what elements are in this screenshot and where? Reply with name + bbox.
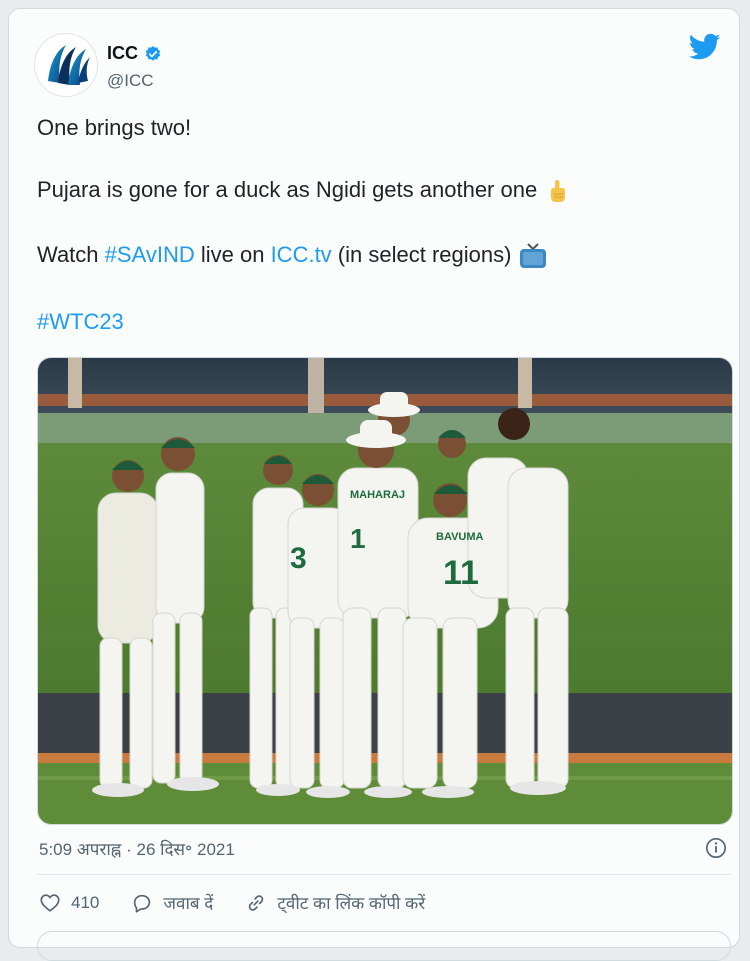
link-icon	[249, 894, 264, 911]
svg-text:BAVUMA: BAVUMA	[436, 531, 484, 543]
tv-emoji-icon	[519, 243, 546, 268]
svg-text:3: 3	[290, 542, 307, 575]
select-regions-text: (in select regions)	[331, 241, 512, 267]
tweet-text-line-3: Watch #SAvIND live on ICC.tv (in select …	[37, 241, 548, 271]
tweet-text-line-2: Pujara is gone for a duck as Ngidi gets …	[37, 177, 571, 205]
heart-icon	[40, 893, 60, 912]
copy-link-label: ट्वीट का लिंक कॉपी करें	[277, 894, 426, 913]
tweet-timestamp[interactable]: 5:09 अपराह्न · 26 दिस॰ 2021	[39, 837, 235, 860]
svg-text:1: 1	[350, 523, 366, 554]
like-count: 410	[71, 892, 100, 912]
tweet-photo[interactable]: 3 1 11 MAHARAJ BAVUMA	[37, 357, 733, 825]
tweet-actions: 410 जवाब दें ट्वीट का लिंक कॉपी करें	[39, 891, 457, 914]
cricket-team-celebration-image: 3 1 11 MAHARAJ BAVUMA	[38, 358, 732, 824]
copy-link-button[interactable]: ट्वीट का लिंक कॉपी करें	[245, 891, 425, 914]
divider	[37, 874, 731, 875]
read-replies-button[interactable]	[37, 931, 731, 961]
icc-logo-icon	[48, 45, 90, 85]
reply-bubble-icon	[134, 894, 151, 913]
info-icon[interactable]	[705, 837, 727, 859]
hashtag-wtc23-link[interactable]: #WTC23	[37, 309, 124, 335]
verified-badge-icon	[145, 45, 161, 61]
tweet-text-line-1: One brings two!	[37, 115, 192, 140]
author-handle[interactable]: @ICC	[107, 71, 154, 91]
author-avatar[interactable]	[34, 33, 98, 97]
watch-text: Watch	[37, 241, 105, 267]
like-button[interactable]: 410	[39, 892, 99, 914]
live-on-text: live on	[194, 241, 271, 267]
reply-button[interactable]: जवाब दें	[131, 891, 213, 914]
reply-label: जवाब दें	[163, 894, 214, 913]
icc-tv-link[interactable]: ICC.tv	[271, 242, 332, 267]
author-name[interactable]: ICC	[107, 43, 138, 64]
point-up-emoji-icon	[551, 180, 566, 203]
tweet-card: ICC @ICC One brings two! Pujara is gone …	[8, 8, 740, 961]
tweet-text-line-2-text: Pujara is gone for a duck as Ngidi gets …	[37, 177, 538, 202]
hashtag-savind-link[interactable]: #SAvIND	[105, 242, 195, 267]
svg-text:MAHARAJ: MAHARAJ	[350, 489, 405, 501]
twitter-bird-icon[interactable]	[689, 33, 721, 61]
svg-text:11: 11	[443, 554, 479, 592]
